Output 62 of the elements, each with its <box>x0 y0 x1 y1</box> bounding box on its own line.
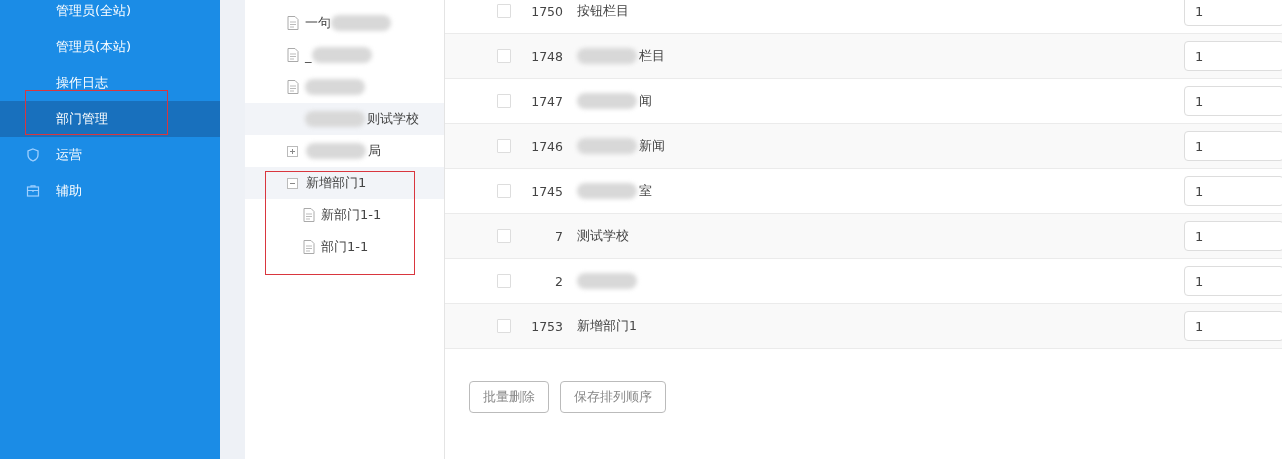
name-cell: 新增部门1 <box>577 317 637 335</box>
sidebar-item[interactable]: 部门管理 <box>0 101 220 137</box>
name-cell: 测试学校 <box>577 227 629 245</box>
id-cell-text: 7 <box>554 228 563 244</box>
name-cell: 按钮栏目 <box>577 2 629 20</box>
tree-item[interactable]: 局 <box>245 135 444 167</box>
row-checkbox[interactable] <box>497 274 511 288</box>
tree-item[interactable]: 则试学校 <box>245 103 444 135</box>
name-cell: 室 <box>639 182 652 200</box>
tree-label: 一句 <box>305 14 331 32</box>
id-cell-text: 1747 <box>530 93 563 109</box>
name-cell: 闻 <box>639 92 652 110</box>
order-field[interactable]: 1 <box>1184 221 1282 251</box>
sidebar-item[interactable]: 运营 <box>0 137 220 173</box>
id-cell-text: 1753 <box>530 318 563 334</box>
tree-label: 局 <box>368 142 381 160</box>
sidebar-item[interactable]: 管理员(全站) <box>0 0 220 29</box>
row-checkbox[interactable] <box>497 184 511 198</box>
tree-label: 则试学校 <box>367 110 419 128</box>
sidebar-item[interactable]: 辅助 <box>0 173 220 209</box>
shield-icon <box>26 148 40 162</box>
tree-label: 部门1-1 <box>321 238 369 256</box>
tree-item[interactable]: _ <box>245 39 444 71</box>
row-checkbox[interactable] <box>497 139 511 153</box>
sidebar-item[interactable]: 操作日志 <box>0 65 220 101</box>
tree-item[interactable]: 新增部门1 <box>245 167 444 199</box>
tree-label: 新增部门1 <box>306 174 367 192</box>
id-cell-text: 2 <box>554 273 563 289</box>
document-icon <box>287 80 299 94</box>
tree-item[interactable]: 新部门1-1 <box>245 199 444 231</box>
row-checkbox[interactable] <box>497 319 511 333</box>
document-icon <box>303 240 315 254</box>
name-cell: 栏目 <box>639 47 665 65</box>
id-cell-text: 1745 <box>530 183 563 199</box>
tree-item[interactable]: 部门1-1 <box>245 231 444 263</box>
id-cell-text: 1750 <box>530 3 563 19</box>
action-button[interactable]: 批量删除 <box>469 381 549 413</box>
document-icon <box>287 16 299 30</box>
tree-label: _ <box>305 47 312 63</box>
row-checkbox[interactable] <box>497 4 511 18</box>
collapse-icon[interactable] <box>287 177 298 189</box>
order-field[interactable]: 1 <box>1184 41 1282 71</box>
id-cell-text: 1748 <box>530 48 563 64</box>
order-field[interactable]: 1 <box>1184 176 1282 206</box>
order-field[interactable]: 1 <box>1184 131 1282 161</box>
id-cell-text: 1746 <box>530 138 563 154</box>
order-field[interactable]: 1 <box>1184 311 1282 341</box>
row-checkbox[interactable] <box>497 229 511 243</box>
tree-label: 新部门1-1 <box>321 206 382 224</box>
order-field[interactable]: 1 <box>1184 0 1282 26</box>
row-checkbox[interactable] <box>497 94 511 108</box>
action-button[interactable]: 保存排列顺序 <box>560 381 666 413</box>
sidebar-item[interactable]: 管理员(本站) <box>0 29 220 65</box>
name-cell: 新闻 <box>639 137 665 155</box>
order-field[interactable]: 1 <box>1184 86 1282 116</box>
box-icon <box>26 184 40 198</box>
row-checkbox[interactable] <box>497 49 511 63</box>
expand-icon[interactable] <box>287 145 298 157</box>
document-icon <box>303 208 315 222</box>
tree-item[interactable]: 一句 <box>245 7 444 39</box>
document-icon <box>287 48 299 62</box>
order-field[interactable]: 1 <box>1184 266 1282 296</box>
